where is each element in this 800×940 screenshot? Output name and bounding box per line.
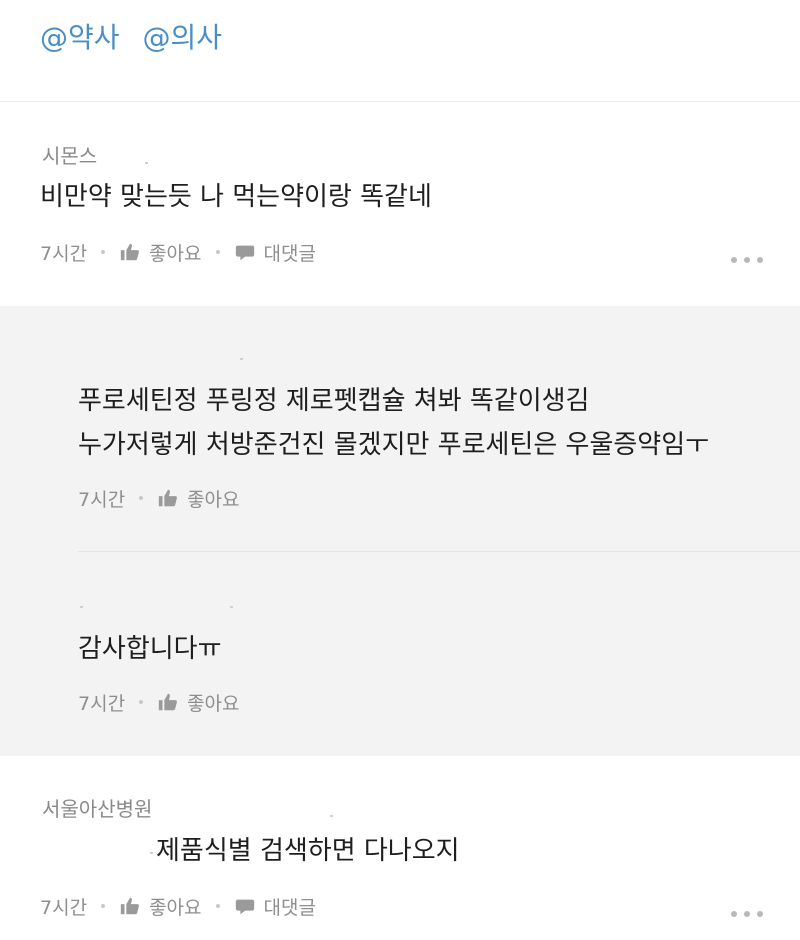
thumbs-up-icon xyxy=(119,895,141,917)
comment-text: 제품식별 검색하면 다나오지 xyxy=(156,836,460,866)
reply-label: 대댓글 xyxy=(263,896,316,919)
more-dot xyxy=(757,257,763,263)
more-dot xyxy=(757,911,763,917)
comment-author[interactable]: 시몬스 xyxy=(42,140,97,169)
reply-text-line-2: 누가저렇게 처방준건진 몰겠지만 푸로세틴은 우울증약임ㅜ xyxy=(78,430,710,460)
meta-dot xyxy=(139,700,144,704)
comment-time: 7시간 xyxy=(40,242,88,265)
reply-button[interactable]: 대댓글 xyxy=(234,239,316,266)
speck xyxy=(80,606,83,608)
reply-time: 7시간 xyxy=(78,692,126,715)
like-button[interactable]: 좋아요 xyxy=(157,689,240,716)
meta-dot xyxy=(215,904,220,908)
comment-author[interactable]: 서울아산병원 xyxy=(42,793,152,822)
meta-dot xyxy=(139,496,144,500)
tag-doctor[interactable]: @의사 xyxy=(142,21,222,54)
comment-meta: 7시간 좋아요 대댓글 xyxy=(40,891,316,921)
comment-text: 비만약 맞는듯 나 먹는약이랑 똑같네 xyxy=(40,182,432,212)
more-dots-icon xyxy=(731,257,737,263)
like-label: 좋아요 xyxy=(187,488,240,511)
reply-meta: 7시간 좋아요 xyxy=(78,483,240,513)
like-button[interactable]: 좋아요 xyxy=(157,485,240,512)
more-options-button[interactable] xyxy=(731,256,763,264)
meta-dot xyxy=(215,250,220,254)
speech-bubble-icon xyxy=(234,895,256,917)
speck xyxy=(230,606,233,608)
reply-button[interactable]: 대댓글 xyxy=(234,893,316,920)
more-dot xyxy=(744,911,750,917)
speck xyxy=(240,358,243,360)
divider xyxy=(0,101,800,102)
mention-tags: @약사 @의사 xyxy=(40,16,236,56)
meta-dot xyxy=(101,250,106,254)
like-label: 좋아요 xyxy=(149,896,202,919)
reply-text-line-1: 푸로세틴정 푸링정 제로펫캡슐 쳐봐 똑같이생김 xyxy=(78,386,590,416)
more-options-button[interactable] xyxy=(731,910,763,918)
speck xyxy=(330,815,333,817)
comment-time: 7시간 xyxy=(40,896,88,919)
speck xyxy=(145,162,148,164)
like-button[interactable]: 좋아요 xyxy=(119,893,202,920)
comment-meta: 7시간 좋아요 대댓글 xyxy=(40,237,316,267)
meta-dot xyxy=(101,904,106,908)
like-label: 좋아요 xyxy=(149,242,202,265)
reply-text: 감사합니다ㅠ xyxy=(78,634,222,664)
reply-time: 7시간 xyxy=(78,488,126,511)
speck xyxy=(150,852,153,854)
thumbs-up-icon xyxy=(119,241,141,263)
reply-meta: 7시간 좋아요 xyxy=(78,687,240,717)
tag-pharmacist[interactable]: @약사 xyxy=(40,21,120,54)
speech-bubble-icon xyxy=(234,241,256,263)
reply-label: 대댓글 xyxy=(263,242,316,265)
reply-divider xyxy=(78,551,800,552)
more-dots-icon xyxy=(731,911,737,917)
like-button[interactable]: 좋아요 xyxy=(119,239,202,266)
like-label: 좋아요 xyxy=(187,692,240,715)
thumbs-up-icon xyxy=(157,691,179,713)
thumbs-up-icon xyxy=(157,487,179,509)
more-dot xyxy=(744,257,750,263)
